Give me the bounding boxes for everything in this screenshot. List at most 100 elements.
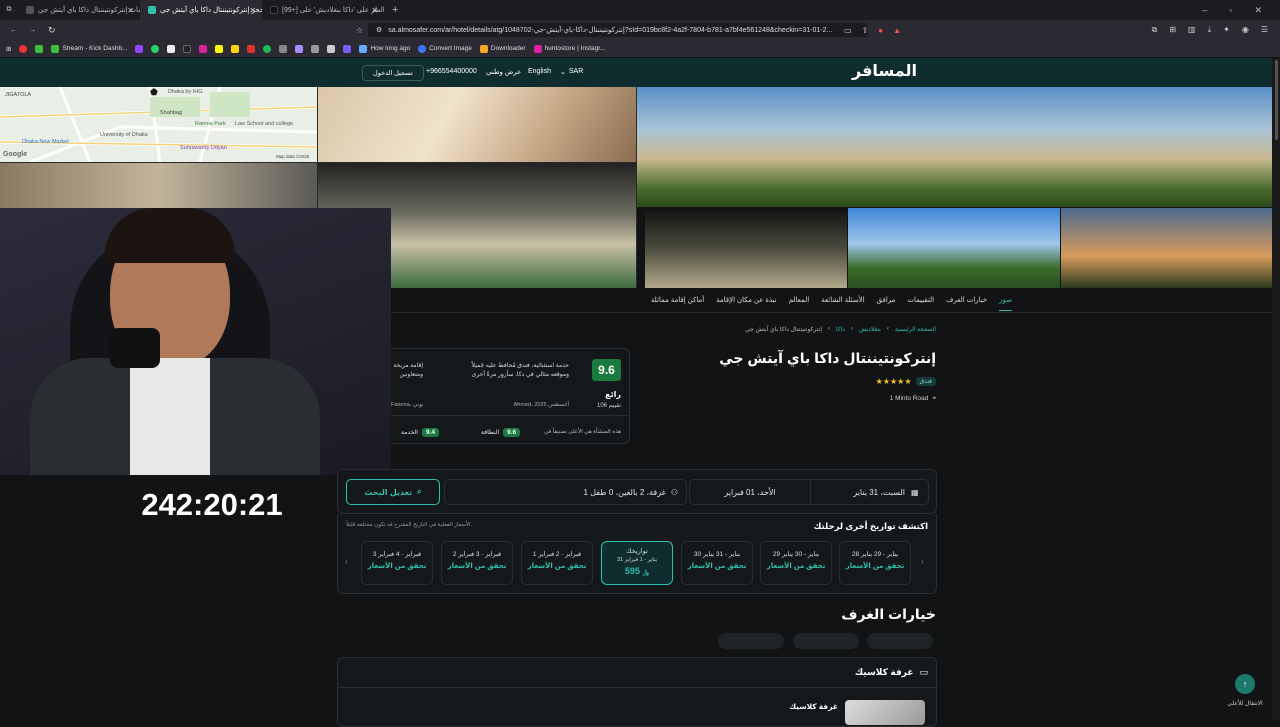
x-icon[interactable] xyxy=(167,44,176,53)
dates-field[interactable]: الأحد، 01 فبراير السبت، 31 يناير ▦ xyxy=(689,479,929,505)
menu-icon[interactable]: ☰ xyxy=(1261,25,1268,35)
bookmark-icon[interactable] xyxy=(343,44,352,53)
bookmark-icon[interactable] xyxy=(311,44,320,53)
forward-icon[interactable]: → xyxy=(29,27,36,34)
apps-grid-icon[interactable]: ⊞ xyxy=(6,45,11,53)
window-close-icon[interactable]: ✕ xyxy=(1254,5,1262,16)
date-option-6[interactable]: 2 فبراير - 3 فبراير تحقق من الأسعار xyxy=(441,541,513,585)
date-option-7[interactable]: 3 فبراير - 4 فبراير تحقق من الأسعار xyxy=(361,541,433,585)
top-rated-note: هذه المنشأة هي الأعلى تصنيفاً في xyxy=(544,429,621,435)
whatsapp-icon[interactable] xyxy=(151,44,160,53)
check-prices: تحقق من الأسعار xyxy=(367,563,427,570)
login-button[interactable]: تسجيل الدخول xyxy=(362,65,424,81)
room-filter-pill[interactable] xyxy=(718,633,784,649)
review-count[interactable]: 106 تقييم xyxy=(581,402,621,409)
bookmark-kick-dashboard[interactable]: Stream - Kick Dashb... xyxy=(51,44,127,53)
bookmark-downloader[interactable]: Downloader xyxy=(479,44,526,53)
snapchat-icon[interactable] xyxy=(215,44,224,53)
hotel-map[interactable]: JIGATOLA ⬟ Dhaka by IHG Shahbag Ramna Pa… xyxy=(0,87,318,164)
phone-number[interactable]: +966554400000 xyxy=(426,68,477,75)
breadcrumb-home[interactable]: الصفحة الرئيسية xyxy=(895,326,936,333)
chevron-right-icon[interactable]: › xyxy=(921,557,924,566)
close-icon[interactable]: ✕ xyxy=(249,6,256,15)
photo-hotel-exterior[interactable] xyxy=(637,87,1272,207)
hotel-pin-icon[interactable]: ⬟ xyxy=(150,87,158,98)
back-icon[interactable]: ← xyxy=(10,27,17,34)
date-option-3[interactable]: 30 يناير - 31 يناير تحقق من الأسعار xyxy=(681,541,753,585)
chevron-left-icon[interactable]: ‹ xyxy=(345,557,348,566)
breadcrumb-country[interactable]: بنغلاديش xyxy=(859,326,881,333)
photo-pool[interactable] xyxy=(848,208,1060,288)
photo-night-exterior[interactable] xyxy=(1061,208,1272,288)
maximize-icon[interactable]: ▫ xyxy=(1229,5,1232,16)
minimize-icon[interactable]: – xyxy=(1202,5,1207,16)
tab-facilities[interactable]: مرافق xyxy=(877,290,896,310)
profile-icon[interactable]: ◉ xyxy=(1242,25,1249,35)
breadcrumb-city[interactable]: داكا xyxy=(836,326,845,333)
hotel-address[interactable]: 1 Minto Road ⌖ xyxy=(840,395,936,403)
url-bar[interactable]: ⚙ sa.almosafer.com/ar/hotel/details/atg/… xyxy=(368,23,868,37)
bookmark-star-icon[interactable]: ☆ xyxy=(356,26,363,35)
bookmark-icon[interactable] xyxy=(295,44,304,53)
tiktok-icon[interactable] xyxy=(183,44,192,53)
currency-select[interactable]: ⌄ SAR xyxy=(560,68,583,76)
page-scrollbar[interactable] xyxy=(1272,58,1280,720)
youtube-icon[interactable] xyxy=(19,44,28,53)
tab-list-icon[interactable]: ⧉ xyxy=(0,6,18,14)
bookmark-huntostore[interactable]: huntostore | Instagr... xyxy=(533,44,606,53)
new-tab-button[interactable]: + xyxy=(384,4,406,16)
reader-icon[interactable]: ▭ xyxy=(844,26,852,35)
bookmark-how-long-ago[interactable]: How long ago xyxy=(359,44,410,53)
bookmark-icon[interactable] xyxy=(327,44,336,53)
twitch-icon[interactable] xyxy=(135,44,144,53)
kick-icon[interactable] xyxy=(35,44,44,53)
guests-field[interactable]: 1 غرفة، 2 بالغين، 0 طفل ⚇ xyxy=(444,479,687,505)
tab-photos[interactable]: صور xyxy=(999,290,1013,311)
bookmark-icon[interactable] xyxy=(263,44,272,53)
room-filter-pill[interactable] xyxy=(867,633,933,649)
extensions-icon[interactable]: ✦ xyxy=(1223,25,1230,35)
reload-icon[interactable]: ↻ xyxy=(48,25,56,36)
tab-reviews[interactable]: التقييمات xyxy=(907,290,934,310)
screenshot-icon[interactable]: ⧉ xyxy=(1152,25,1158,35)
national-offer-link[interactable]: عرض وطني xyxy=(486,68,521,76)
date-option-selected[interactable]: تواريخك 31 يناير - 1 فبراير 595 ﷼ xyxy=(601,541,673,585)
bookmark-icon[interactable] xyxy=(279,44,288,53)
notification-icon[interactable]: ▲ xyxy=(893,26,901,35)
browser-tab-1[interactable]: إقامات إنتركونتيننتال داكا باي آيتش جي ✕ xyxy=(18,0,140,20)
sidebar-icon[interactable]: ▥ xyxy=(1188,25,1196,35)
date-option-2[interactable]: 29 يناير - 30 يناير تحقق من الأسعار xyxy=(760,541,832,585)
photo-bar[interactable] xyxy=(645,208,847,288)
close-icon[interactable]: ✕ xyxy=(127,6,134,15)
back-to-top-button[interactable]: ↑ xyxy=(1235,674,1255,694)
toolbar-icons: ⧉ ⊞ ▥ ⤓ ✦ ◉ ☰ xyxy=(1152,25,1268,35)
scrollbar-thumb[interactable] xyxy=(1274,60,1278,140)
tab-rooms[interactable]: خيارات الغرف xyxy=(946,290,987,310)
bookmark-convert-image[interactable]: Convert Image xyxy=(418,44,472,53)
share-icon[interactable]: ⇪ xyxy=(862,26,869,35)
photo-lobby-interior[interactable] xyxy=(318,87,636,162)
tab-landmarks[interactable]: المعالم xyxy=(789,290,809,310)
almosafer-logo[interactable]: المسافر xyxy=(852,61,917,81)
date-range: 31 يناير - 1 فبراير xyxy=(617,557,657,563)
date-option-1[interactable]: 28 يناير - 29 يناير تحقق من الأسعار xyxy=(839,541,911,585)
language-switch[interactable]: English xyxy=(528,68,551,75)
room-photo[interactable] xyxy=(845,700,925,725)
bookmark-icon[interactable] xyxy=(247,44,256,53)
extension-badge-icon[interactable]: ● xyxy=(878,26,883,35)
site-info-icon[interactable]: ⚙ xyxy=(376,26,382,34)
browser-tab-3[interactable]: [99+] الطر على 'داكا بنغلاديش' على tikto… xyxy=(262,0,384,20)
tab-faq[interactable]: الأسئلة الشائعة xyxy=(821,290,864,310)
room-filter-pill[interactable] xyxy=(793,633,859,649)
tab-about[interactable]: نبذة عن مكان الإقامة xyxy=(716,290,777,310)
bookmark-icon[interactable] xyxy=(231,44,240,53)
instagram-icon[interactable] xyxy=(199,44,208,53)
tab-similar[interactable]: أماكن إقامة مماثلة xyxy=(651,290,704,310)
close-icon[interactable]: ✕ xyxy=(371,6,378,15)
modify-search-button[interactable]: تعديل البحث ⌕ xyxy=(346,479,440,505)
browser-tab-2[interactable]: حجز إنتركونتيننتال داكا باي آيتش جي ✕ xyxy=(140,0,262,20)
translate-icon[interactable]: ⊞ xyxy=(1169,25,1176,35)
service-score: الخدمة 9.4 xyxy=(401,428,439,437)
downloads-icon[interactable]: ⤓ xyxy=(1208,25,1212,35)
date-option-5[interactable]: 1 فبراير - 2 فبراير تحقق من الأسعار xyxy=(521,541,593,585)
